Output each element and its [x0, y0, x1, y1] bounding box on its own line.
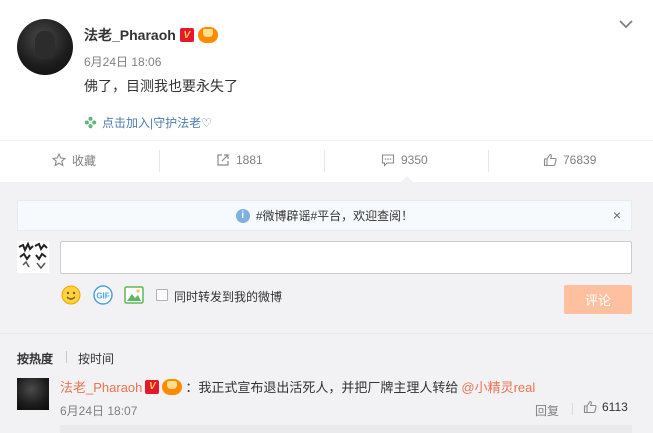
repost-option-label[interactable]: 同时转发到我的微博 — [174, 288, 282, 305]
info-icon: i — [235, 208, 250, 223]
comment-button[interactable]: 9350 — [381, 150, 428, 170]
favorite-button[interactable]: 收藏 — [52, 150, 96, 170]
author-avatar[interactable] — [17, 19, 73, 75]
comment-author-name[interactable]: 法老_Pharaoh — [60, 377, 142, 396]
sort-divider — [66, 351, 67, 363]
join-fan-group-label[interactable]: 点击加入|守护法老♡ — [102, 114, 212, 131]
author-name[interactable]: 法老_Pharaoh — [84, 25, 176, 45]
flower-icon — [84, 116, 97, 129]
gif-icon[interactable]: GIF — [92, 284, 114, 306]
panel-pointer — [400, 176, 414, 183]
comment-body: 法老_Pharaoh V ：我正式宣布退出活死人，并把厂牌主理人转给 @小精灵re… — [60, 377, 535, 396]
post-text: 佛了，目测我也要永失了 — [84, 78, 238, 94]
like-button[interactable]: 76839 — [543, 150, 596, 170]
comment-text: ：我正式宣布退出活死人，并把厂牌主理人转给 — [185, 380, 459, 395]
comment-count: 9350 — [401, 153, 428, 167]
comment-input[interactable] — [60, 241, 632, 274]
repost-button[interactable]: 1881 — [216, 150, 263, 170]
comment-like-button[interactable]: 6113 — [583, 400, 628, 414]
comment-author-avatar[interactable] — [17, 378, 49, 410]
thumb-up-icon — [583, 400, 597, 414]
verified-icon: V — [145, 379, 160, 394]
action-divider — [159, 150, 160, 172]
reply-button[interactable]: 回复 — [535, 402, 559, 419]
comment-icon — [381, 154, 395, 167]
action-divider — [324, 150, 325, 172]
more-options-chevron-down-icon[interactable] — [616, 14, 636, 34]
divider — [0, 333, 653, 334]
comment-time: 6月24日 18:07 — [60, 404, 138, 418]
close-icon[interactable]: × — [608, 206, 626, 224]
join-fan-group-link[interactable]: 点击加入|守护法老♡ — [84, 114, 212, 131]
verified-icon: V — [179, 28, 194, 42]
svg-text:GIF: GIF — [96, 292, 109, 301]
sort-by-hot-tab[interactable]: 按热度 — [17, 350, 53, 367]
comment-like-count: 6113 — [602, 400, 628, 414]
favorite-label: 收藏 — [72, 153, 97, 168]
repost-checkbox[interactable] — [156, 289, 168, 301]
like-count: 76839 — [563, 153, 597, 167]
member-crown-icon — [197, 27, 218, 43]
member-crown-icon — [162, 378, 183, 395]
mention-link[interactable]: @小精灵real — [461, 377, 535, 396]
emoji-icon[interactable] — [60, 284, 82, 306]
submit-comment-button[interactable]: 评论 — [564, 285, 632, 314]
sub-replies-box — [60, 425, 632, 433]
notice-text[interactable]: #微博辟谣#平台，欢迎查阅！ — [256, 207, 413, 224]
sort-by-time-tab[interactable]: 按时间 — [78, 350, 114, 367]
author-name-row: 法老_Pharaoh V — [84, 25, 218, 45]
thumb-up-icon — [543, 153, 557, 167]
comment-action-divider — [572, 403, 573, 415]
action-divider — [488, 150, 489, 172]
repost-count: 1881 — [236, 153, 263, 167]
image-icon[interactable] — [123, 284, 145, 306]
post-time[interactable]: 6月24日 18:06 — [84, 53, 161, 70]
my-avatar[interactable] — [17, 241, 49, 273]
star-icon — [52, 153, 66, 167]
share-icon — [217, 154, 229, 166]
rumor-notice[interactable]: i #微博辟谣#平台，欢迎查阅！ — [17, 200, 632, 231]
